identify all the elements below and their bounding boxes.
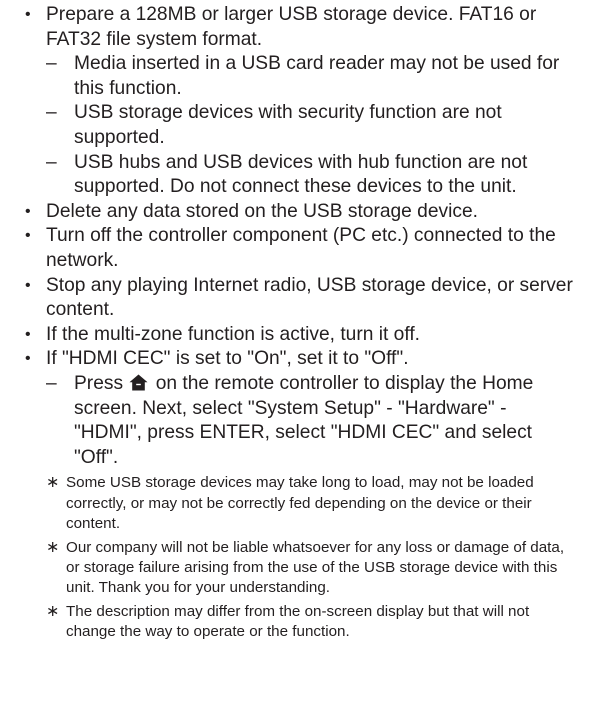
- sub-list: – Media inserted in a USB card reader ma…: [46, 52, 575, 200]
- sub-item-text: USB hubs and USB devices with hub functi…: [74, 151, 528, 198]
- press-label: Press: [74, 372, 124, 394]
- bullet-text: Delete any data stored on the USB storag…: [46, 200, 478, 222]
- bullet-marker: •: [25, 325, 31, 343]
- list-item: • If "HDMI CEC" is set to "On", set it t…: [0, 347, 589, 642]
- note-text: Some USB storage devices may take long t…: [66, 474, 534, 533]
- requirements-list: • Prepare a 128MB or larger USB storage …: [0, 3, 589, 646]
- bullet-marker: •: [25, 6, 31, 23]
- bullet-text: If the multi-zone function is active, tu…: [46, 323, 420, 345]
- bullet-text: Prepare a 128MB or larger USB storage de…: [46, 4, 537, 50]
- sub-list-item: – USB hubs and USB devices with hub func…: [46, 151, 575, 200]
- asterisk-marker: ∗: [46, 538, 60, 556]
- bullet-marker: •: [25, 276, 31, 294]
- bullet-text: Turn off the controller component (PC et…: [46, 225, 556, 271]
- manual-page: • Prepare a 128MB or larger USB storage …: [0, 0, 589, 703]
- note-item: ∗ Our company will not be liable whatsoe…: [46, 538, 575, 599]
- note-item: ∗ Some USB storage devices may take long…: [46, 473, 575, 534]
- sub-item-text: USB storage devices with security functi…: [74, 102, 502, 148]
- asterisk-marker: ∗: [46, 602, 60, 620]
- dash-marker: –: [46, 53, 57, 75]
- sub-list-item: – USB storage devices with security func…: [46, 101, 575, 150]
- dash-marker: –: [46, 102, 57, 124]
- bullet-marker: •: [25, 227, 31, 245]
- dash-marker: –: [46, 151, 57, 173]
- sub-list-item: – Media inserted in a USB card reader ma…: [46, 52, 575, 101]
- list-item: • Stop any playing Internet radio, USB s…: [0, 274, 589, 323]
- bullet-marker: •: [25, 202, 31, 220]
- dash-marker: –: [46, 372, 57, 394]
- bullet-text: Stop any playing Internet radio, USB sto…: [46, 274, 573, 321]
- asterisk-marker: ∗: [46, 474, 60, 492]
- bullet-text: If "HDMI CEC" is set to "On", set it to …: [46, 348, 409, 370]
- list-item: • Turn off the controller component (PC …: [0, 224, 589, 273]
- notes-list: ∗ Some USB storage devices may take long…: [46, 473, 575, 642]
- bullet-marker: •: [25, 350, 31, 368]
- home-icon: [129, 374, 148, 391]
- note-item: ∗ The description may differ from the on…: [46, 602, 575, 643]
- list-item: • Delete any data stored on the USB stor…: [0, 200, 589, 225]
- list-item: • If the multi-zone function is active, …: [0, 323, 589, 348]
- note-text: The description may differ from the on-s…: [66, 602, 530, 641]
- list-item: • Prepare a 128MB or larger USB storage …: [0, 3, 589, 200]
- sub-item-text: Media inserted in a USB card reader may …: [74, 53, 560, 99]
- note-text: Our company will not be liable whatsoeve…: [66, 538, 565, 597]
- sub-list: – Press on the remote controller to disp…: [46, 372, 575, 470]
- sub-list-item: – Press on the remote controller to disp…: [46, 372, 575, 470]
